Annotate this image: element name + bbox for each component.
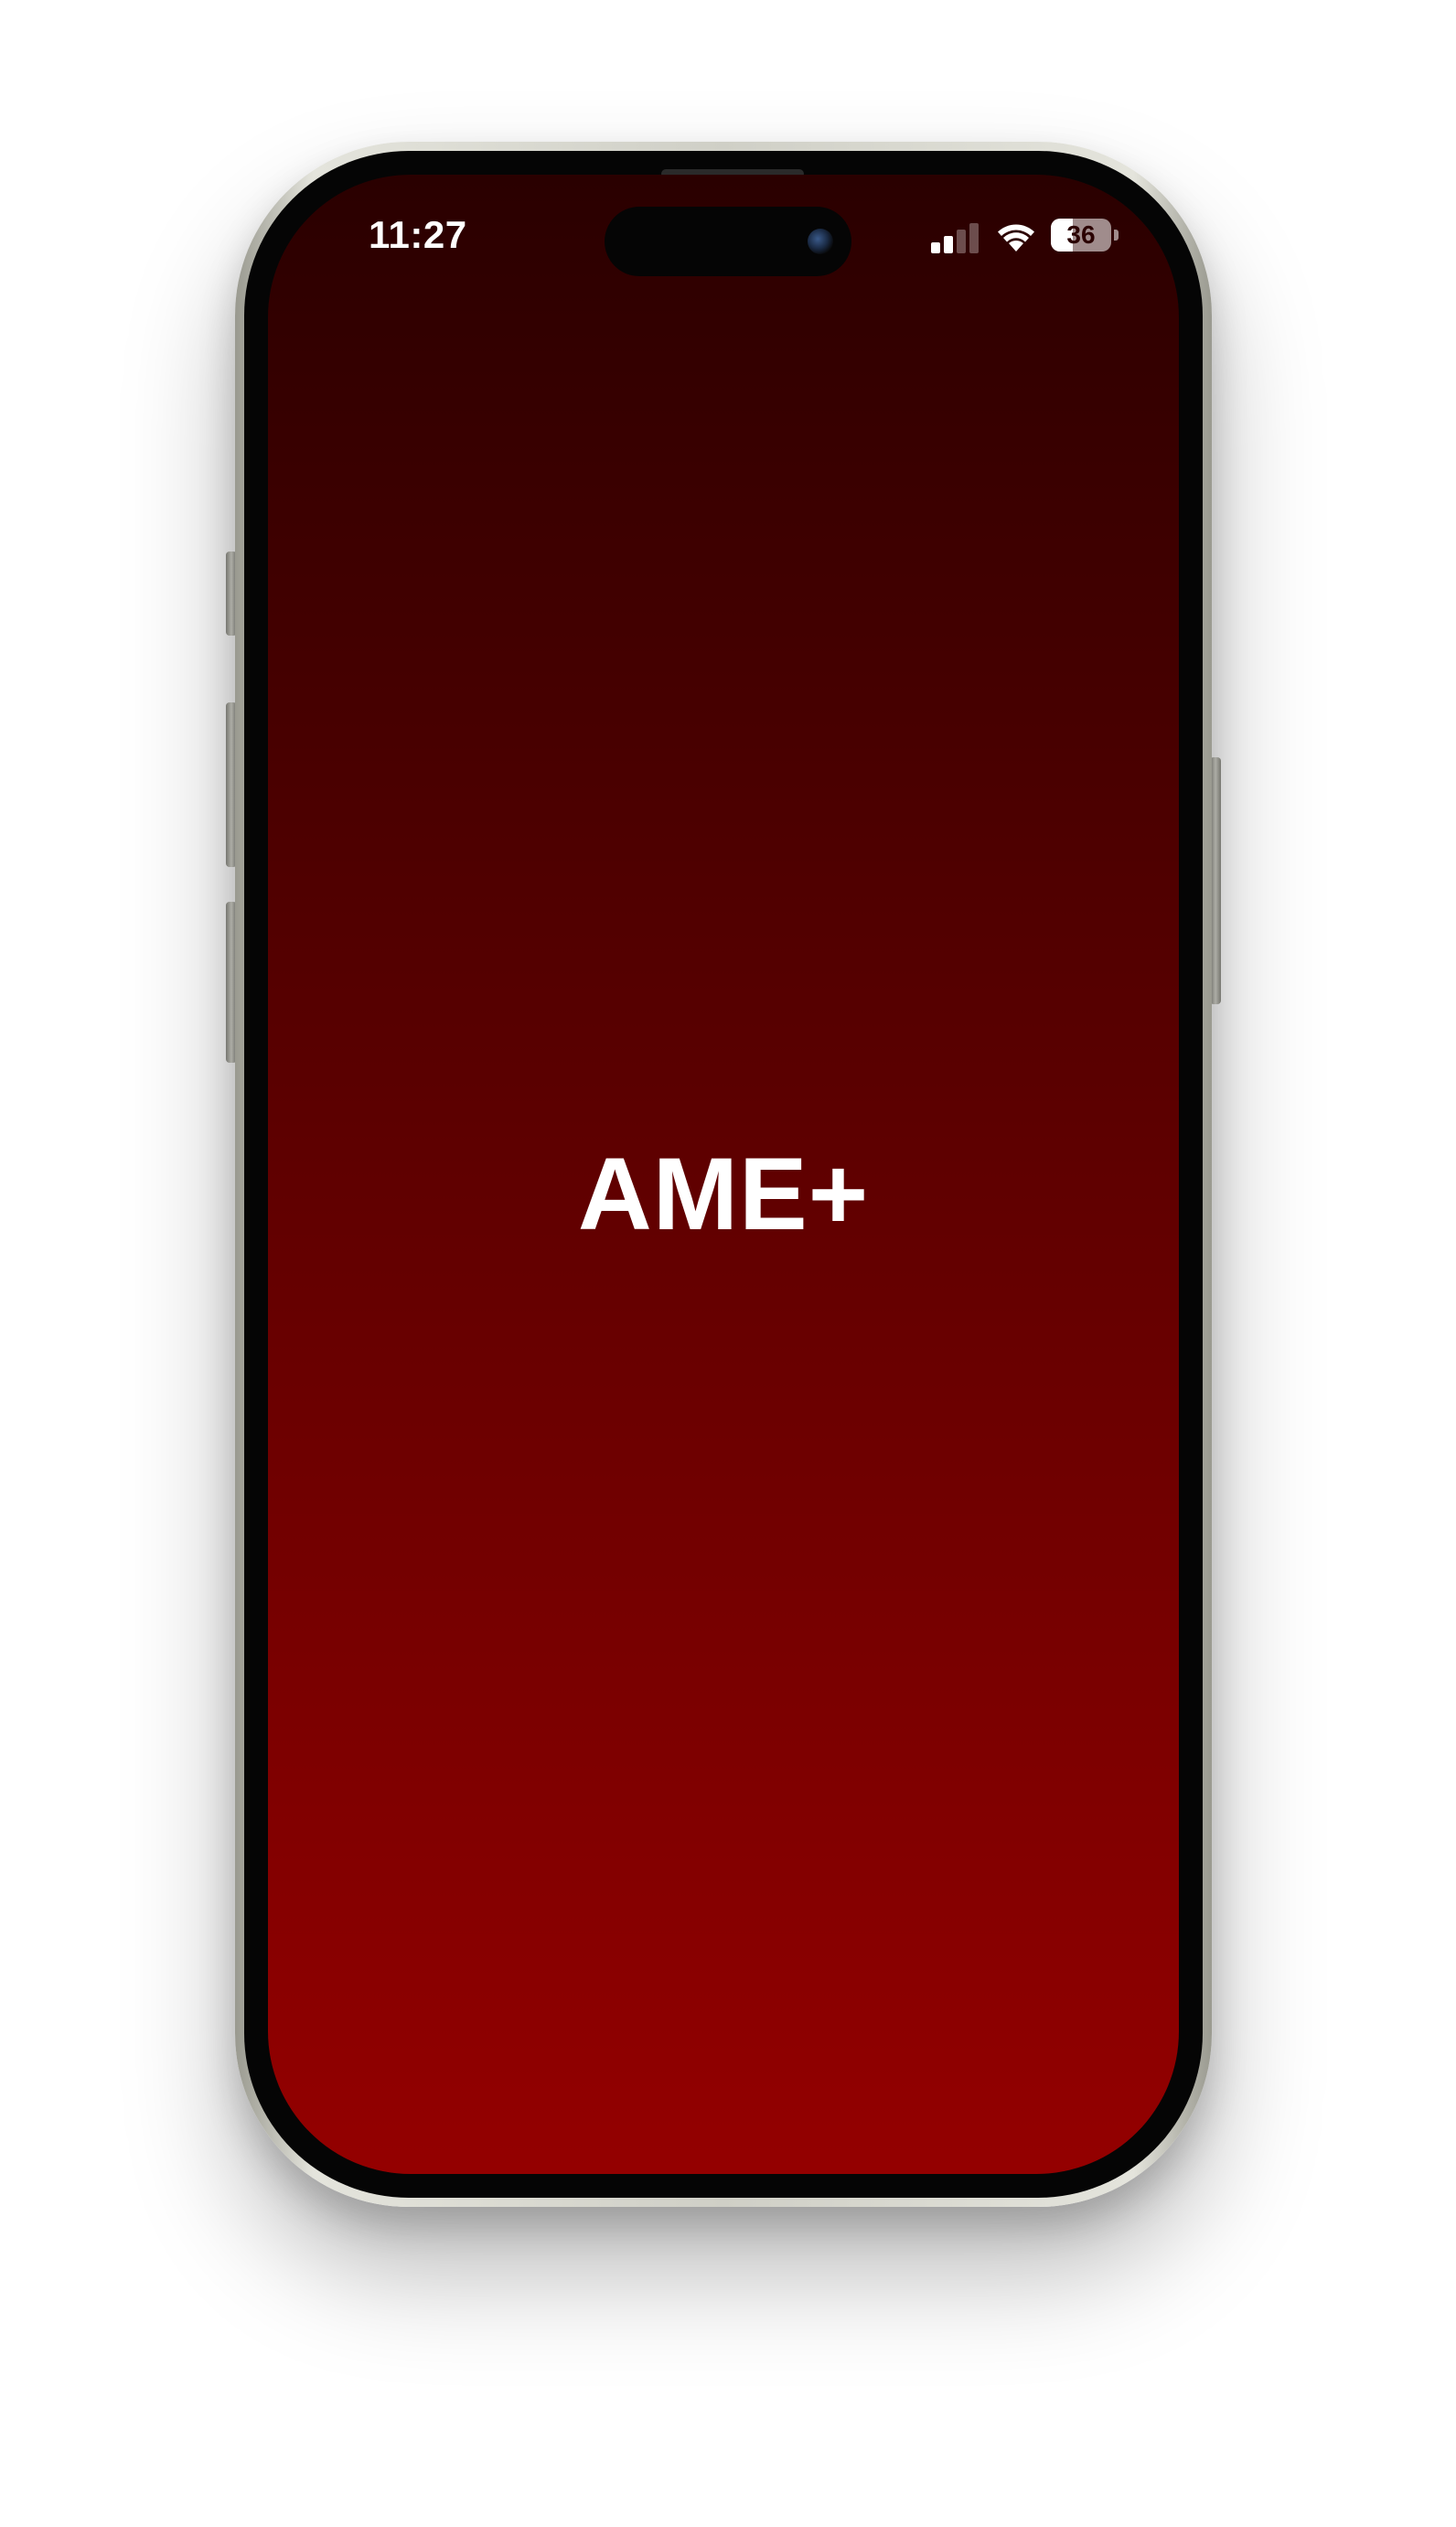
phone-bezel: 11:27 36 AME+: [244, 151, 1203, 2198]
phone-frame: 11:27 36 AME+: [235, 142, 1212, 2207]
dynamic-island: [605, 207, 851, 276]
battery-level: 36: [1066, 220, 1096, 249]
wifi-icon: [998, 224, 1034, 252]
battery-icon: 36: [1051, 219, 1111, 252]
signal-bar: [957, 230, 966, 253]
cellular-signal-icon: [931, 222, 982, 253]
signal-bar: [944, 236, 953, 253]
app-screen[interactable]: 11:27 36 AME+: [268, 175, 1179, 2174]
status-bar: 11:27 36: [268, 175, 1179, 284]
status-time: 11:27: [369, 213, 467, 256]
battery-tip: [1114, 230, 1119, 241]
mockup-stage: 11:27 36 AME+: [0, 0, 1456, 2527]
signal-bar: [931, 242, 940, 253]
front-camera-icon: [808, 229, 833, 254]
app-logo-title: AME+: [577, 1137, 870, 1251]
signal-bar: [969, 223, 979, 253]
